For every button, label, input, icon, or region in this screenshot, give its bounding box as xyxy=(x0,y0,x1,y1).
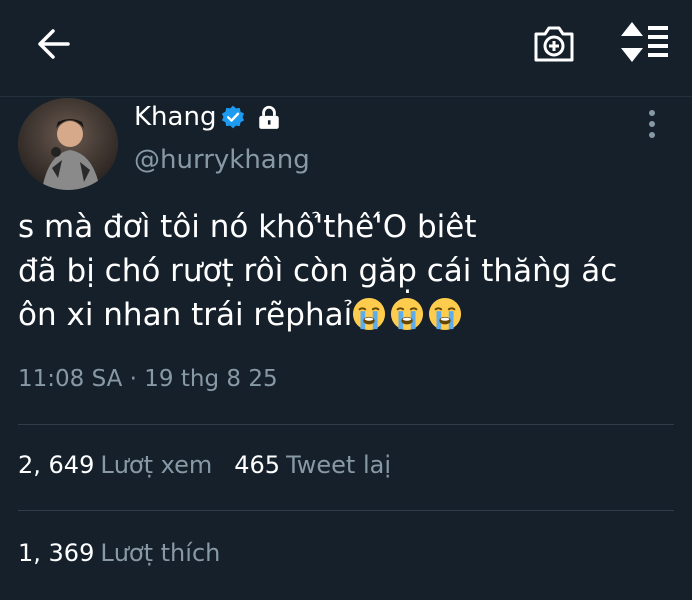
display-name[interactable]: Khang xyxy=(134,100,216,134)
top-bar xyxy=(0,0,692,97)
likes-count[interactable]: 1, 369 xyxy=(18,539,94,567)
stats-row-likes: 1, 369 Lươṭ thích xyxy=(18,539,220,567)
more-options-button[interactable] xyxy=(640,108,664,140)
avatar[interactable] xyxy=(18,98,118,190)
author-handle[interactable]: @hurrykhang xyxy=(134,145,310,175)
divider xyxy=(18,510,674,511)
emoji-group xyxy=(352,297,466,333)
sort-list-icon xyxy=(621,22,668,62)
back-button[interactable] xyxy=(34,24,74,64)
tweet-line-3: ôn xi nhan trái rẽphaỉ xyxy=(18,293,678,337)
tweet-timestamp[interactable]: 11:08 SA · 19 thg 8 25 xyxy=(18,366,278,392)
avatar-photo xyxy=(18,98,118,190)
camera-button[interactable] xyxy=(532,22,576,66)
loudly-crying-face-icon xyxy=(391,297,424,331)
likes-label[interactable]: Lươṭ thích xyxy=(100,539,220,567)
tweet-line-3-text: ôn xi nhan trái re xyxy=(18,297,286,333)
arrow-left-icon xyxy=(38,29,70,59)
views-count[interactable]: 2, 649 xyxy=(18,451,94,479)
tweet-line-3-tail: ̃phaỉ xyxy=(285,297,353,333)
divider xyxy=(18,424,674,425)
lock-icon xyxy=(259,105,280,129)
retweets-count[interactable]: 465 xyxy=(234,451,280,479)
tweet-line-2: đã bị chó rươṭ rôì còn găp̣ cái thăǹg ác xyxy=(18,253,618,289)
loudly-crying-face-icon xyxy=(429,297,462,331)
retweets-label[interactable]: Tweet laị xyxy=(286,451,391,479)
loudly-crying-face-icon xyxy=(353,297,386,331)
camera-plus-icon xyxy=(534,26,574,62)
author-name-row: Khang xyxy=(134,100,282,134)
tweet-text: s mà đơì tôi nó khô'̉thê'́O biêt đã bị c… xyxy=(18,205,678,337)
views-label[interactable]: Lươṭ xem xyxy=(100,451,212,479)
sort-button[interactable] xyxy=(618,20,672,64)
stats-row-views-retweets: 2, 649 Lươṭ xem 465 Tweet laị xyxy=(18,451,391,479)
tweet-line-1: s mà đơì tôi nó khô'̉thê'́O biêt xyxy=(18,209,477,245)
more-vertical-icon xyxy=(649,110,655,138)
verified-badge-icon xyxy=(222,105,245,129)
